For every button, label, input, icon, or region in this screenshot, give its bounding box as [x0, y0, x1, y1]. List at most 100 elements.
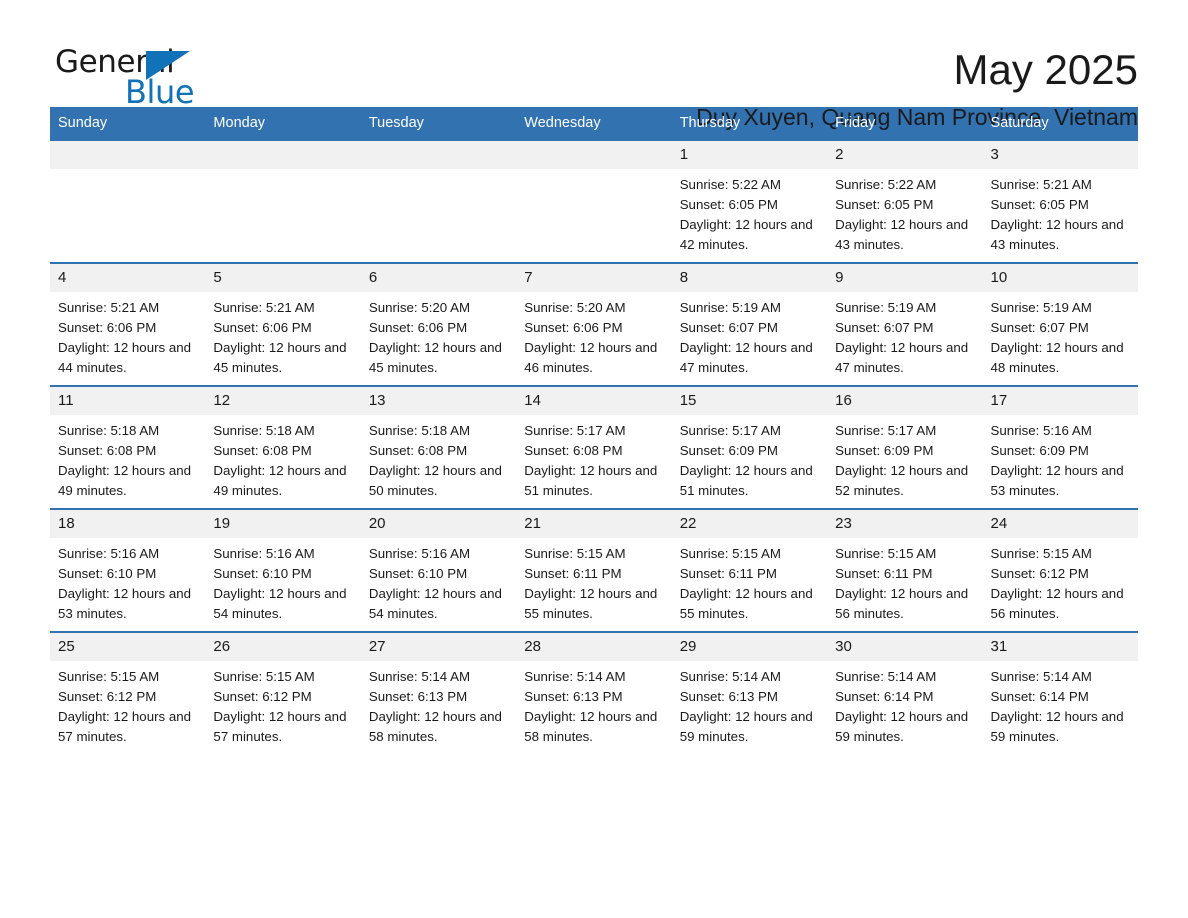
calendar-day-cell[interactable]: 17 Sunrise: 5:16 AM Sunset: 6:09 PM Dayligh…	[982, 385, 1138, 509]
calendar-day-cell[interactable]: 27 Sunrise: 5:14 AM Sunset: 6:13 PM Dayligh…	[360, 631, 517, 754]
calendar-day-cell[interactable]: 6 Sunrise: 5:20 AM Sunset: 6:06 PM Daylight…	[360, 262, 517, 386]
calendar-day-cell[interactable]: 23 Sunrise: 5:15 AM Sunset: 6:11 PM Dayligh…	[827, 508, 983, 632]
day-number: 13	[360, 387, 517, 415]
calendar-day-cell[interactable]: 18 Sunrise: 5:16 AM Sunset: 6:10 PM Dayligh…	[50, 508, 206, 632]
weekday-header-tuesday: Tuesday	[360, 107, 517, 140]
daylight-text: Daylight: 12 hours and 48 minutes.	[990, 340, 1124, 375]
day-number: 10	[982, 264, 1138, 292]
sunrise-text: Sunrise: 5:21 AM	[58, 300, 160, 315]
calendar-day-cell[interactable]: 11 Sunrise: 5:18 AM Sunset: 6:08 PM Dayligh…	[50, 385, 206, 509]
day-number	[516, 141, 672, 169]
daylight-text: Daylight: 12 hours and 51 minutes.	[524, 463, 658, 498]
sunrise-text: Sunrise: 5:14 AM	[835, 669, 937, 684]
calendar-day-cell[interactable]: 9 Sunrise: 5:19 AM Sunset: 6:07 PM Daylight…	[827, 262, 983, 386]
calendar-day-cell[interactable]: 4 Sunrise: 5:21 AM Sunset: 6:06 PM Daylight…	[50, 262, 206, 386]
calendar-day-cell[interactable]: 19 Sunrise: 5:16 AM Sunset: 6:10 PM Dayligh…	[205, 508, 361, 632]
sunset-text: Sunset: 6:13 PM	[679, 689, 778, 704]
sunset-text: Sunset: 6:09 PM	[835, 443, 934, 458]
sunset-text: Sunset: 6:07 PM	[990, 320, 1089, 335]
daylight-text: Daylight: 12 hours and 51 minutes.	[679, 463, 813, 498]
day-number: 31	[982, 633, 1138, 661]
sunset-text: Sunset: 6:07 PM	[679, 320, 778, 335]
calendar-day-cell[interactable]: 7 Sunrise: 5:20 AM Sunset: 6:06 PM Daylight…	[516, 262, 672, 386]
sunrise-text: Sunrise: 5:22 AM	[679, 177, 781, 192]
day-number: 30	[827, 633, 983, 661]
day-number	[205, 141, 361, 169]
day-details: Sunrise: 5:15 AM Sunset: 6:12 PM Daylight:…	[50, 661, 205, 747]
day-details: Sunrise: 5:18 AM Sunset: 6:08 PM Daylight:…	[361, 415, 516, 501]
day-details: Sunrise: 5:19 AM Sunset: 6:07 PM Daylight:…	[672, 292, 827, 378]
calendar-week-row: 25 Sunrise: 5:15 AM Sunset: 6:12 PM Dayligh…	[50, 631, 1138, 754]
calendar-day-cell[interactable]: 31 Sunrise: 5:14 AM Sunset: 6:14 PM Dayligh…	[982, 631, 1138, 754]
calendar-day-cell[interactable]: 3 Sunrise: 5:21 AM Sunset: 6:05 PM Daylight…	[982, 139, 1138, 263]
sunset-text: Sunset: 6:08 PM	[368, 443, 468, 458]
calendar-day-cell[interactable]: 8 Sunrise: 5:19 AM Sunset: 6:07 PM Daylight…	[671, 262, 828, 386]
day-details: Sunrise: 5:14 AM Sunset: 6:14 PM Daylight:…	[827, 661, 982, 747]
day-details: Sunrise: 5:21 AM Sunset: 6:06 PM Daylight:…	[50, 292, 205, 378]
sunrise-text: Sunrise: 5:15 AM	[835, 546, 937, 561]
sunrise-text: Sunrise: 5:19 AM	[679, 300, 781, 315]
calendar-day-cell[interactable]: 1 Sunrise: 5:22 AM Sunset: 6:05 PM Daylight…	[671, 139, 828, 263]
day-details: Sunrise: 5:22 AM Sunset: 6:05 PM Daylight:…	[672, 169, 827, 255]
sunset-text: Sunset: 6:11 PM	[524, 566, 622, 581]
calendar-empty-cell	[50, 139, 206, 263]
daylight-text: Daylight: 12 hours and 56 minutes.	[990, 586, 1124, 621]
daylight-text: Daylight: 12 hours and 42 minutes.	[679, 217, 813, 252]
calendar-day-cell[interactable]: 20 Sunrise: 5:16 AM Sunset: 6:10 PM Dayligh…	[360, 508, 517, 632]
calendar-day-cell[interactable]: 22 Sunrise: 5:15 AM Sunset: 6:11 PM Dayligh…	[671, 508, 828, 632]
calendar-day-cell[interactable]: 25 Sunrise: 5:15 AM Sunset: 6:12 PM Dayligh…	[50, 631, 206, 754]
daylight-text: Daylight: 12 hours and 53 minutes.	[990, 463, 1124, 498]
day-details: Sunrise: 5:16 AM Sunset: 6:10 PM Daylight:…	[361, 538, 516, 624]
day-details: Sunrise: 5:19 AM Sunset: 6:07 PM Daylight:…	[827, 292, 982, 378]
sunset-text: Sunset: 6:06 PM	[368, 320, 468, 335]
calendar-day-cell[interactable]: 5 Sunrise: 5:21 AM Sunset: 6:06 PM Daylight…	[205, 262, 361, 386]
calendar-day-cell[interactable]: 2 Sunrise: 5:22 AM Sunset: 6:05 PM Daylight…	[827, 139, 983, 263]
calendar-day-cell[interactable]: 12 Sunrise: 5:18 AM Sunset: 6:08 PM Dayligh…	[205, 385, 361, 509]
calendar-day-cell[interactable]: 15 Sunrise: 5:17 AM Sunset: 6:09 PM Dayligh…	[671, 385, 828, 509]
day-details: Sunrise: 5:17 AM Sunset: 6:09 PM Daylight:…	[827, 415, 982, 501]
calendar-week-row: 1 Sunrise: 5:22 AM Sunset: 6:05 PM Daylight…	[50, 139, 1138, 263]
daylight-text: Daylight: 12 hours and 47 minutes.	[835, 340, 969, 375]
sunrise-text: Sunrise: 5:17 AM	[679, 423, 781, 438]
sunset-text: Sunset: 6:11 PM	[835, 566, 933, 581]
calendar-day-cell[interactable]: 29 Sunrise: 5:14 AM Sunset: 6:13 PM Dayligh…	[671, 631, 828, 754]
daylight-text: Daylight: 12 hours and 49 minutes.	[213, 463, 347, 498]
sunrise-text: Sunrise: 5:15 AM	[990, 546, 1092, 561]
sunrise-text: Sunrise: 5:20 AM	[524, 300, 626, 315]
general-blue-logo[interactable]: General Blue	[50, 44, 200, 111]
sunrise-text: Sunrise: 5:22 AM	[835, 177, 937, 192]
calendar-week-row: 4 Sunrise: 5:21 AM Sunset: 6:06 PM Daylight…	[50, 262, 1138, 386]
calendar-day-cell[interactable]: 14 Sunrise: 5:17 AM Sunset: 6:08 PM Dayligh…	[516, 385, 672, 509]
day-details: Sunrise: 5:15 AM Sunset: 6:11 PM Daylight:…	[672, 538, 827, 624]
calendar-day-cell[interactable]: 26 Sunrise: 5:15 AM Sunset: 6:12 PM Dayligh…	[205, 631, 361, 754]
day-details: Sunrise: 5:17 AM Sunset: 6:08 PM Daylight:…	[516, 415, 671, 501]
day-number: 6	[360, 264, 517, 292]
day-details: Sunrise: 5:21 AM Sunset: 6:05 PM Daylight:…	[983, 169, 1138, 255]
sunrise-text: Sunrise: 5:17 AM	[835, 423, 937, 438]
sunset-text: Sunset: 6:06 PM	[213, 320, 312, 335]
calendar-empty-cell	[516, 139, 672, 263]
day-number: 29	[671, 633, 828, 661]
page-title: May 2025	[953, 46, 1138, 93]
calendar-day-cell[interactable]: 16 Sunrise: 5:17 AM Sunset: 6:09 PM Dayligh…	[827, 385, 983, 509]
sunrise-text: Sunrise: 5:14 AM	[679, 669, 781, 684]
calendar-day-cell[interactable]: 13 Sunrise: 5:18 AM Sunset: 6:08 PM Dayligh…	[360, 385, 517, 509]
day-details: Sunrise: 5:20 AM Sunset: 6:06 PM Daylight:…	[516, 292, 671, 378]
day-details: Sunrise: 5:16 AM Sunset: 6:10 PM Daylight:…	[50, 538, 205, 624]
day-number: 15	[671, 387, 828, 415]
sunset-text: Sunset: 6:05 PM	[835, 197, 934, 212]
day-details: Sunrise: 5:18 AM Sunset: 6:08 PM Daylight:…	[50, 415, 205, 501]
calendar-day-cell[interactable]: 24 Sunrise: 5:15 AM Sunset: 6:12 PM Dayligh…	[982, 508, 1138, 632]
sunset-text: Sunset: 6:10 PM	[58, 566, 157, 581]
calendar-day-cell[interactable]: 30 Sunrise: 5:14 AM Sunset: 6:14 PM Dayligh…	[827, 631, 983, 754]
calendar-day-cell[interactable]: 10 Sunrise: 5:19 AM Sunset: 6:07 PM Dayligh…	[982, 262, 1138, 386]
day-details: Sunrise: 5:22 AM Sunset: 6:05 PM Daylight:…	[827, 169, 982, 255]
day-number: 27	[360, 633, 517, 661]
calendar-day-cell[interactable]: 21 Sunrise: 5:15 AM Sunset: 6:11 PM Dayligh…	[516, 508, 672, 632]
daylight-text: Daylight: 12 hours and 50 minutes.	[368, 463, 502, 498]
daylight-text: Daylight: 12 hours and 44 minutes.	[58, 340, 192, 375]
calendar-day-cell[interactable]: 28 Sunrise: 5:14 AM Sunset: 6:13 PM Dayligh…	[516, 631, 672, 754]
sunset-text: Sunset: 6:06 PM	[58, 320, 157, 335]
sunrise-text: Sunrise: 5:14 AM	[990, 669, 1092, 684]
day-number: 28	[516, 633, 672, 661]
